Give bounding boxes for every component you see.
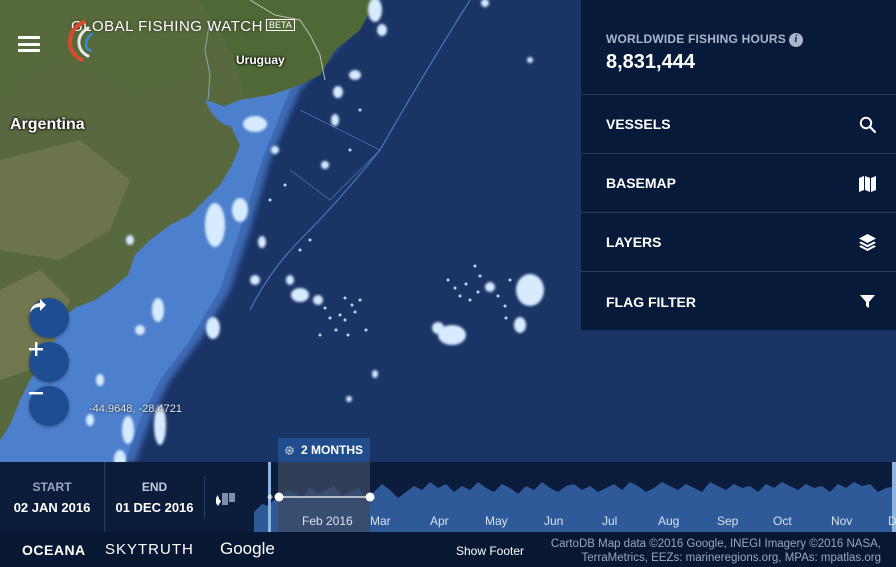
share-arrow-icon (30, 299, 46, 313)
panel-row-label: LAYERS (606, 234, 662, 250)
zoom-in-button[interactable] (29, 342, 69, 382)
timeline-month-label: Jun (544, 514, 564, 528)
show-footer-link[interactable]: Show Footer (456, 544, 524, 558)
panel-row-flag-filter[interactable]: FLAG FILTER (581, 272, 896, 331)
filter-icon (860, 295, 875, 308)
fishing-hours-box: WORLDWIDE FISHING HOURS i 8,831,444 (581, 0, 896, 95)
control-panel: WORLDWIDE FISHING HOURS i 8,831,444 VESSE… (581, 0, 896, 330)
start-date-label: START (32, 479, 72, 494)
timeline-month-label: Apr (430, 514, 449, 528)
end-date-box[interactable]: END 01 DEC 2016 (104, 462, 204, 532)
cursor-coordinates: -44.9648, -28.4721 (89, 403, 182, 415)
panel-row-label: FLAG FILTER (606, 293, 696, 310)
time-range-tag[interactable]: 2 MONTHS (278, 438, 370, 462)
zoom-out-button[interactable] (29, 386, 69, 426)
timeline-month-label: D (888, 514, 896, 528)
search-icon (859, 116, 876, 133)
panel-row-label: BASEMAP (606, 175, 677, 191)
end-date-label: END (141, 479, 168, 494)
layers-icon (859, 233, 876, 251)
fishing-hours-value: 8,831,444 (606, 51, 695, 73)
share-button[interactable] (29, 298, 69, 338)
country-label-uruguay: Uruguay (236, 53, 285, 67)
timeline-bar: START 02 JAN 2016 END 01 DEC 2016 Feb 20… (0, 462, 896, 532)
panel-row-layers[interactable]: LAYERS (581, 213, 896, 272)
attribution-line-1: CartoDB Map data ©2016 Google, INEGI Ima… (550, 538, 881, 550)
time-range-label: 2 MONTHS (301, 443, 364, 457)
timeline-month-label: Sep (717, 514, 739, 528)
timeline-divider (204, 476, 205, 518)
timeline-month-label: Oct (773, 514, 792, 528)
attribution-line-2: TerraMetrics, EEZs: marineregions.org, M… (581, 552, 881, 564)
beta-badge: BETA (265, 18, 295, 31)
map-icon (859, 175, 876, 192)
panel-row-label: VESSELS (606, 116, 671, 132)
start-date-box[interactable]: START 02 JAN 2016 (0, 462, 104, 532)
timeline-month-label: May (485, 514, 508, 528)
brand-name: GLOBAL FISHING WATCH (71, 18, 263, 35)
map-attribution: CartoDB Map data ©2016 Google, INEGI Ima… (521, 537, 881, 565)
timeline-month-label: Jul (602, 514, 618, 528)
plus-icon (29, 342, 43, 356)
partner-logo-oceana[interactable]: OCEANA (22, 542, 86, 558)
partner-logo-google[interactable]: Google (220, 539, 275, 559)
brand[interactable]: GLOBAL FISHING WATCH BETA (64, 18, 295, 62)
timeline-month-label: Feb 2016 (302, 514, 353, 528)
hamburger-menu-icon[interactable] (18, 36, 40, 52)
footer: OCEANA SKYTRUTH Google Show Footer Carto… (0, 532, 896, 567)
gear-icon (285, 445, 294, 455)
panel-row-basemap[interactable]: BASEMAP (581, 154, 896, 213)
timeline-month-label: Nov (831, 514, 853, 528)
calendar-icon[interactable] (214, 492, 236, 506)
info-icon[interactable]: i (788, 33, 803, 47)
panel-row-vessels[interactable]: VESSELS (581, 95, 896, 154)
timeline-month-label: Aug (658, 514, 680, 528)
country-label-argentina: Argentina (10, 116, 85, 133)
partner-logo-skytruth[interactable]: SKYTRUTH (105, 541, 194, 558)
global-fishing-watch-logo (67, 20, 94, 62)
end-date-value: 01 DEC 2016 (115, 499, 194, 515)
minus-icon (29, 392, 43, 395)
fishing-hours-label: WORLDWIDE FISHING HOURS (606, 32, 786, 46)
timeline-month-label: Mar (370, 514, 391, 528)
start-date-value: 02 JAN 2016 (13, 499, 91, 515)
